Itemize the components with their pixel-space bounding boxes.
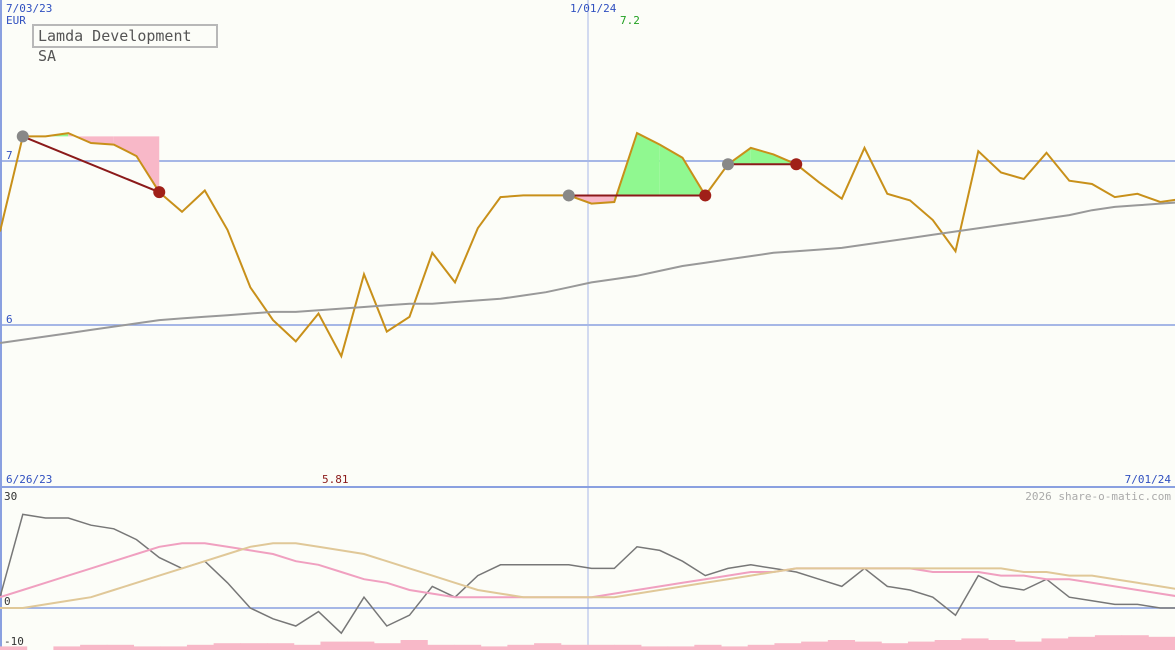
volume-bar [667, 646, 695, 650]
max-value-label: 7.2 [620, 14, 640, 27]
volume-bar [133, 646, 161, 650]
watermark-label: 2026 share-o-matic.com [1025, 490, 1171, 503]
currency-label: EUR [6, 14, 26, 27]
volume-bar [560, 644, 588, 650]
volume-bar [267, 643, 295, 650]
volume-bar [293, 644, 321, 650]
volume-bar [80, 644, 108, 650]
volume-bar [427, 644, 455, 650]
volume-bar [453, 644, 482, 650]
date-label-bottom-start: 6/26/23 [6, 473, 52, 486]
volume-bar [1121, 635, 1149, 650]
volume-bar [988, 640, 1016, 650]
min-value-label: 5.81 [322, 473, 349, 486]
trade-exit-marker [153, 186, 166, 199]
volume-bar [694, 644, 722, 650]
y-tick-label: 6 [6, 313, 13, 326]
volume-bar [373, 643, 402, 650]
trade-entry-marker [16, 130, 29, 143]
trade-entry-marker [722, 158, 734, 171]
volume-bar [213, 643, 241, 650]
osc-tick-label: 0 [4, 595, 11, 608]
trade-exit-marker [790, 158, 803, 171]
osc-tick-label: 30 [4, 490, 17, 503]
y-tick-label: 7 [6, 149, 13, 162]
volume-bar [186, 644, 215, 650]
date-label-bottom-end: 7/01/24 [1125, 473, 1172, 486]
volume-bar [480, 646, 508, 650]
trade-exit-marker [699, 189, 712, 202]
volume-bar [1094, 635, 1123, 650]
volume-bar [907, 641, 936, 650]
volume-bar [507, 644, 535, 650]
volume-bar [320, 641, 348, 650]
volume-bar [747, 644, 775, 650]
volume-bar [827, 640, 856, 650]
volume-bar [774, 643, 802, 650]
volume-bar [961, 638, 989, 650]
volume-bar [934, 640, 962, 650]
volume-bar [1041, 638, 1069, 650]
volume-bar [1014, 641, 1042, 650]
volume-bar [881, 643, 909, 650]
volume-bar [640, 646, 669, 650]
volume-bar [347, 641, 375, 650]
volume-bar [106, 644, 135, 650]
volume-bar [240, 643, 268, 650]
volume-bar [614, 644, 642, 650]
chart-title: Lamda Development SA [32, 24, 218, 65]
volume-bar [1068, 636, 1096, 650]
date-label-top-mid: 1/01/24 [570, 2, 617, 15]
volume-bar [1148, 636, 1175, 650]
volume-bar [854, 641, 882, 650]
volume-bar [721, 646, 749, 650]
osc-tick-label: -10 [4, 635, 24, 648]
stock-chart: 7/03/23EUR1/01/247.2766/26/23 5.81 7/01/24… [0, 0, 1175, 650]
volume-bar [160, 646, 188, 650]
volume-bar [53, 646, 81, 650]
trade-entry-marker [562, 189, 575, 202]
volume-bar [587, 644, 615, 650]
volume-bar [400, 640, 428, 650]
grid-layer [0, 0, 1175, 650]
volume-bar [534, 643, 562, 650]
trade-fill-layer [45, 133, 797, 204]
volume-bar [801, 641, 829, 650]
